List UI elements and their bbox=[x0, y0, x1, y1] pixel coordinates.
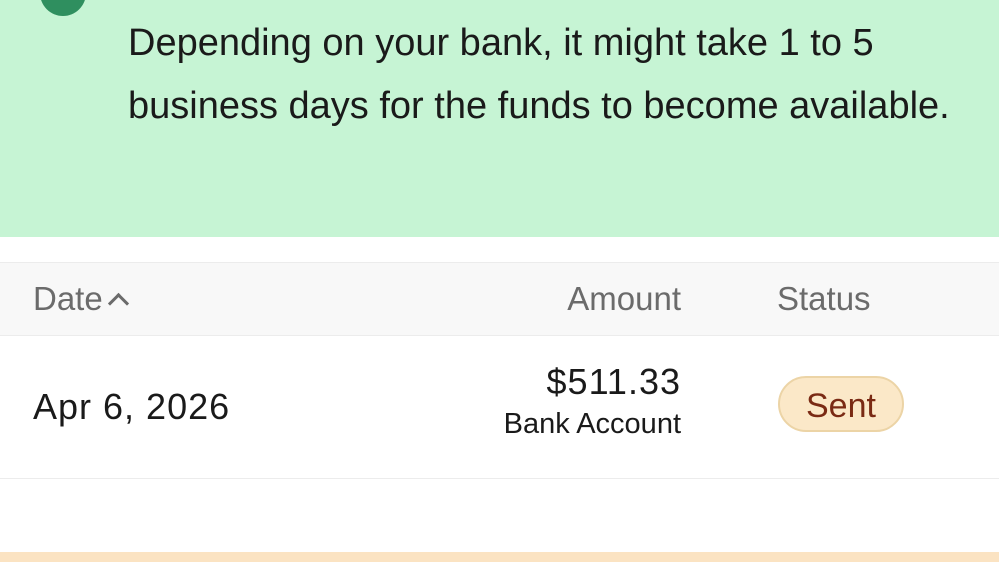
row-payment-method: Bank Account bbox=[503, 408, 681, 440]
banner-message: Depending on your bank, it might take 1 … bbox=[128, 22, 950, 127]
info-banner: Depending on your bank, it might take 1 … bbox=[0, 0, 999, 237]
row-amount-cell: $511.33 Bank Account bbox=[504, 360, 681, 444]
column-header-status: Status bbox=[777, 280, 871, 317]
table-row[interactable]: Apr 6, 2026 $511.33 Bank Account Sent bbox=[0, 336, 999, 479]
payout-page: Depending on your bank, it might take 1 … bbox=[0, 0, 999, 562]
status-circle-icon bbox=[40, 0, 86, 16]
row-date: Apr 6, 2026 bbox=[33, 386, 231, 427]
column-header-date[interactable]: Date bbox=[33, 263, 129, 335]
row-amount: $511.33 bbox=[546, 361, 681, 402]
next-banner-edge bbox=[0, 552, 999, 562]
chevron-up-icon bbox=[107, 292, 129, 314]
column-header-amount: Amount bbox=[567, 280, 681, 317]
status-badge: Sent bbox=[778, 376, 904, 432]
column-header-date-label: Date bbox=[33, 280, 103, 317]
table-header: Date Amount Status bbox=[0, 262, 999, 336]
transfers-table: Date Amount Status Apr 6, 2026 $511.33 B… bbox=[0, 262, 999, 479]
